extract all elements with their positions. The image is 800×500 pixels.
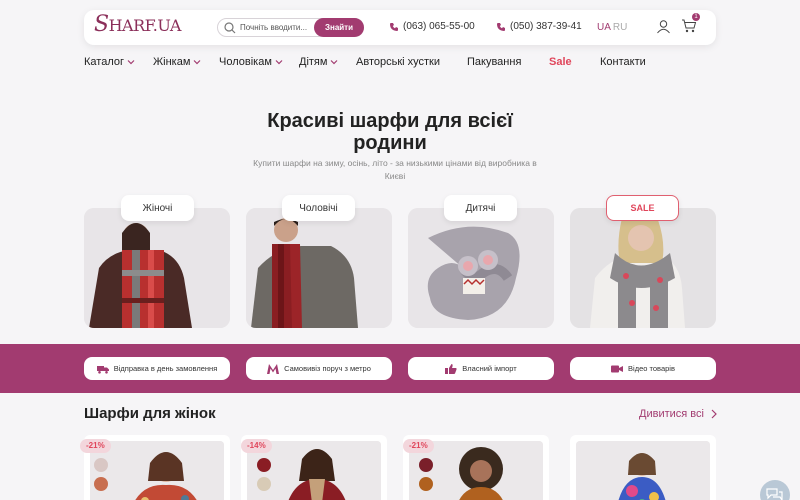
chevron-down-icon [331,60,338,65]
nav-catalog[interactable]: Каталог [84,56,135,68]
color-swatch[interactable] [419,458,433,472]
video-icon [611,365,624,372]
lang-ua[interactable]: UA [597,22,611,33]
search-box: Знайти [217,18,364,37]
lang-ru[interactable]: RU [613,22,627,33]
see-all-label: Дивитися всі [639,408,704,420]
phone-2-text: (050) 387-39-41 [510,21,582,32]
category-kids-label[interactable]: Дитячі [444,195,517,221]
category-men-card[interactable] [246,208,392,328]
category-men-image [246,208,392,328]
hero-title: Красиві шарфи для всієї родини [267,110,513,154]
hero-subtitle: Купити шарфи на зиму, осінь, літо - за н… [253,158,537,181]
benefit-label: Власний імпорт [462,364,517,373]
discount-badge: -21% [403,439,434,453]
phone-1[interactable]: (063) 065-55-00 [389,21,475,32]
nav-packaging-label: Пакування [467,56,522,68]
discount-badge: -14% [241,439,272,453]
chat-button[interactable] [760,480,790,500]
color-swatch[interactable] [94,458,108,472]
chevron-down-icon [127,60,135,65]
category-women-image [84,208,230,328]
thumbs-up-icon [445,363,457,374]
section-title: Шарфи для жінок [84,405,216,422]
nav-women-label: Жінкам [153,56,191,68]
chevron-down-icon [193,60,201,65]
category-men-label[interactable]: Чоловічі [282,195,355,221]
metro-icon [267,363,280,374]
main-nav: Каталог Жінкам Чоловікам Дітям Авторські… [84,56,724,70]
chevron-down-icon [275,60,283,65]
nav-kids[interactable]: Дітям [299,56,338,68]
nav-sale-label: Sale [549,56,572,68]
phone-icon [390,22,398,31]
color-swatch[interactable] [257,477,271,491]
benefit-product-videos: Відео товарів [570,357,716,380]
category-sale-image [570,208,716,328]
search-input[interactable] [240,23,320,32]
see-all-link[interactable]: Дивитися всі [639,408,718,420]
nav-author-scarves[interactable]: Авторські хустки [356,56,440,68]
color-swatch[interactable] [257,458,271,472]
logo-initial: S [94,12,109,37]
product-image [576,441,710,500]
category-sale-label[interactable]: SALE [606,195,679,221]
nav-women[interactable]: Жінкам [153,56,201,68]
category-women-label[interactable]: Жіночі [121,195,194,221]
benefit-label: Відправка в день замовлення [113,364,218,373]
phone-icon [497,22,505,31]
nav-men[interactable]: Чоловікам [219,56,283,68]
benefit-metro-pickup: Самовивіз поруч з метро [246,357,392,380]
nav-packaging[interactable]: Пакування [467,56,521,68]
chevron-right-icon [711,409,717,419]
chat-icon [766,488,783,500]
color-swatch[interactable] [94,477,108,491]
category-kids-image [408,208,554,328]
product-image [90,441,224,500]
benefit-own-import: Власний імпорт [408,357,554,380]
cart-count-badge: 1 [692,13,700,21]
benefit-label: Відео товарів [628,364,675,373]
nav-sale[interactable]: Sale [549,56,572,68]
logo-text: HARF.UA [108,16,182,35]
truck-icon [96,365,109,374]
phone-2[interactable]: (050) 387-39-41 [496,21,582,32]
phone-1-text: (063) 065-55-00 [403,21,475,32]
color-swatch[interactable] [419,477,433,491]
category-kids-card[interactable] [408,208,554,328]
nav-men-label: Чоловікам [219,56,272,68]
color-swatches [419,458,435,496]
user-icon[interactable] [656,19,671,34]
nav-contacts-label: Контакти [600,56,646,68]
logo[interactable]: SHARF.UA [94,12,181,37]
color-swatches [257,458,273,496]
discount-badge: -21% [80,439,111,453]
search-icon [224,21,236,33]
language-switcher: UA RU [597,22,627,33]
benefit-same-day-shipping: Відправка в день замовлення [84,357,230,380]
nav-contacts[interactable]: Контакти [600,56,646,68]
product-card[interactable] [570,435,716,500]
nav-kids-label: Дітям [299,56,328,68]
header-bar: SHARF.UA Знайти (063) 065-55-00 (050) 38… [84,10,716,45]
nav-author-label: Авторські хустки [356,56,441,68]
category-women-card[interactable] [84,208,230,328]
category-sale-card[interactable] [570,208,716,328]
benefit-label: Самовивіз поруч з метро [284,364,371,373]
nav-catalog-label: Каталог [84,56,124,68]
search-button[interactable]: Знайти [314,18,364,37]
color-swatches [94,458,110,496]
